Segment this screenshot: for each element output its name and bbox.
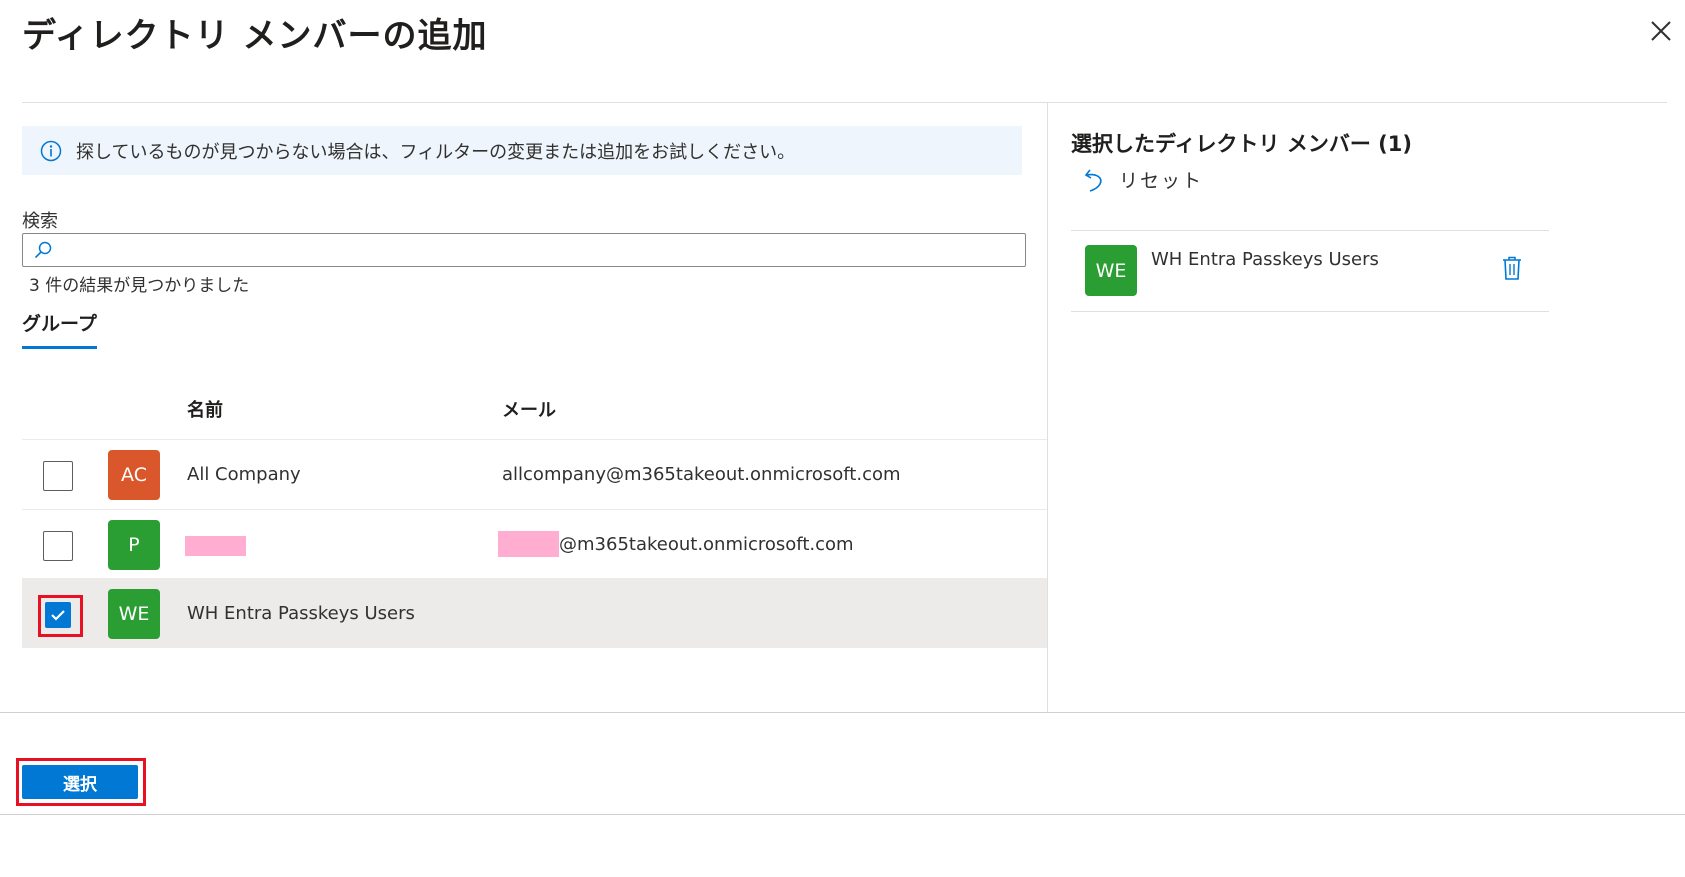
tab-groups[interactable]: グループ	[22, 309, 97, 349]
button-highlight	[16, 758, 146, 806]
header-divider	[22, 102, 1667, 103]
column-header-email[interactable]: メール	[502, 396, 556, 422]
row-checkbox[interactable]	[43, 531, 73, 561]
search-box[interactable]	[22, 233, 1026, 267]
group-avatar: WE	[108, 589, 160, 639]
info-banner: 探しているものが見つからない場合は、フィルターの変更または追加をお試しください。	[22, 126, 1022, 175]
selected-member-avatar: WE	[1085, 245, 1137, 296]
redacted-name	[185, 536, 246, 556]
group-email: allcompany@m365takeout.onmicrosoft.com	[502, 464, 901, 485]
column-header-name[interactable]: 名前	[187, 396, 223, 422]
group-avatar: P	[108, 520, 160, 570]
reset-label: リセット	[1119, 170, 1204, 192]
selected-list-top-divider	[1071, 230, 1549, 231]
redacted-email-prefix	[498, 531, 559, 557]
panel-divider	[1047, 102, 1048, 712]
search-icon	[34, 241, 52, 259]
footer-divider	[0, 712, 1685, 713]
dialog-title: ディレクトリ メンバーの追加	[22, 16, 488, 56]
results-count: 3 件の結果が見つかりました	[29, 276, 250, 296]
selected-member-name: WH Entra Passkeys Users	[1151, 249, 1379, 270]
undo-icon	[1084, 169, 1102, 192]
group-email: @m365takeout.onmicrosoft.com	[559, 534, 854, 555]
checkbox-highlight	[38, 595, 83, 637]
reset-button[interactable]: リセット	[1083, 166, 1203, 193]
info-icon	[40, 140, 62, 161]
search-label: 検索	[22, 211, 58, 232]
row-checkbox[interactable]	[43, 461, 73, 491]
trash-icon[interactable]	[1500, 255, 1524, 281]
table-row[interactable]: AC All Company allcompany@m365takeout.on…	[22, 440, 1047, 509]
table-row-selected[interactable]: WE WH Entra Passkeys Users	[22, 579, 1047, 648]
table-row[interactable]: P @m365takeout.onmicrosoft.com	[22, 510, 1047, 579]
group-name: WH Entra Passkeys Users	[187, 603, 415, 624]
search-input[interactable]	[63, 234, 1013, 266]
group-avatar: AC	[108, 450, 160, 500]
selected-list-bottom-divider	[1071, 311, 1549, 312]
bottom-edge-divider	[0, 814, 1685, 815]
info-text: 探しているものが見つからない場合は、フィルターの変更または追加をお試しください。	[76, 141, 796, 163]
close-icon[interactable]	[1648, 18, 1674, 44]
group-name: All Company	[187, 464, 301, 485]
selected-members-title: 選択したディレクトリ メンバー (1)	[1071, 132, 1412, 156]
